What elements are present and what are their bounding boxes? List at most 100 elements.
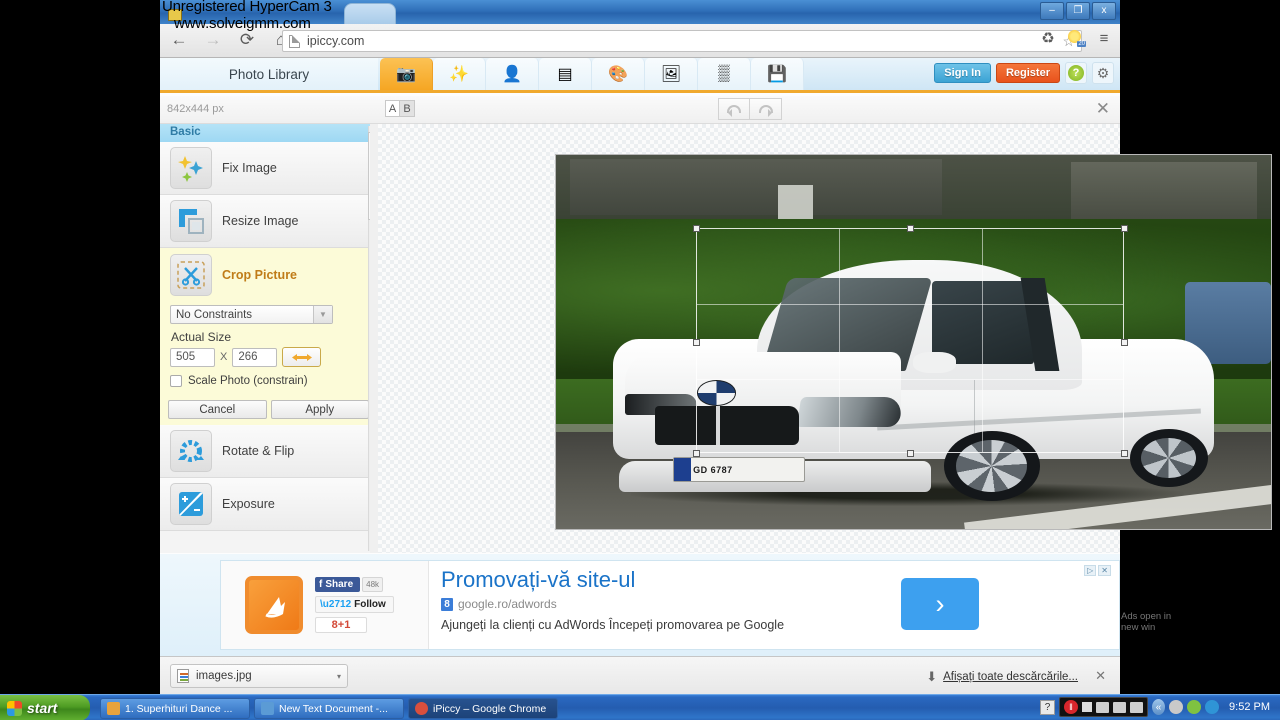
notepad-icon [261,702,274,715]
taskbar-item-notepad[interactable]: New Text Document -... [254,698,404,719]
maximize-button[interactable]: ❐ [1066,2,1090,20]
photo-building [570,158,943,215]
sidebar-item-crop-picture[interactable]: Crop Picture [160,248,377,301]
settings-button[interactable]: ⚙ [1092,62,1114,84]
record-pause-icon[interactable]: ‖ [1064,700,1079,714]
canvas-scrollbar[interactable] [370,124,378,553]
ad-info-icon[interactable]: ▷ [1084,565,1097,576]
hypercam-recorder-bar[interactable]: ‖ [1059,697,1149,717]
crop-width-input[interactable]: 505 [170,347,215,367]
crop-handle-sw[interactable] [693,450,700,457]
back-icon[interactable]: ← [168,29,190,51]
show-all-downloads-link[interactable]: Afișați toate descărcările... [943,671,1078,683]
crop-handle-e[interactable] [1121,339,1128,346]
scale-photo-row[interactable]: Scale Photo (constrain) [170,375,367,387]
tray-phone-icon[interactable] [1187,700,1202,714]
ad-url: google.ro/adwords [458,597,557,611]
tab-edit[interactable]: 📷 [380,58,433,90]
apply-button[interactable]: Apply [270,400,369,419]
close-downloads-bar-icon[interactable]: ✕ [1095,668,1106,684]
taskbar-item-chrome[interactable]: iPiccy – Google Chrome [408,698,558,719]
redo-button[interactable] [750,98,782,120]
tab-transparency[interactable]: ▒ [698,58,751,90]
editor-canvas[interactable]: GD 6787 [378,124,1272,553]
chevron-down-icon[interactable]: ▾ [337,672,341,681]
download-item[interactable]: images.jpg ▾ [170,664,348,688]
ad-close-icon[interactable]: ✕ [1098,565,1111,576]
cancel-button[interactable]: Cancel [168,400,267,419]
twitter-follow-button[interactable]: \u2712 Follow [315,596,394,613]
sign-in-button[interactable]: Sign In [934,63,991,83]
crop-selection-rect[interactable] [693,225,1128,457]
tray-expand-icon[interactable]: « [1152,699,1166,715]
crop-handle-nw[interactable] [693,225,700,232]
close-button[interactable]: x [1092,2,1116,20]
tray-help-icon[interactable]: ? [1040,699,1056,715]
ad-title[interactable]: Promovați-vă site-ul [441,567,861,593]
sidebar-item-exposure[interactable]: Exposure [160,478,377,531]
crop-handle-ne[interactable] [1121,225,1128,232]
crop-gridline-v2 [982,229,983,452]
compare-b-button[interactable]: B [400,100,415,117]
tab-paint[interactable]: 🎨 [592,58,645,90]
taskbar-item-label: iPiccy – Google Chrome [433,702,547,715]
minimize-button[interactable]: – [1040,2,1064,20]
start-button[interactable]: start [0,695,90,720]
crop-handle-s[interactable] [907,450,914,457]
exposure-icon [170,483,212,525]
compare-a-button[interactable]: A [385,100,400,117]
ad-banner[interactable]: f Share 48k \u2712 Follow 8+1 Promovați-… [220,560,1171,650]
facebook-share-button[interactable]: f Share [315,577,361,592]
tab-retouch[interactable]: 👤 [486,58,539,90]
cursor-icon[interactable] [1113,701,1127,713]
gear-icon: ⚙ [1096,64,1110,81]
chevron-down-icon[interactable]: ▼ [313,306,332,323]
show-all-downloads[interactable]: ⬇ Afișați toate descărcările... [926,669,1078,685]
tab-effects[interactable]: ✨ [433,58,486,90]
close-editor-icon[interactable]: ✕ [1096,99,1110,119]
compare-toggle[interactable]: A B [385,100,415,117]
tab-save[interactable]: 💾 [751,58,804,90]
scale-photo-checkbox[interactable] [170,375,182,387]
tray-bell-icon[interactable] [1169,700,1184,714]
photo-library-button[interactable]: Photo Library [160,58,378,90]
swap-dimensions-button[interactable] [282,347,322,367]
chrome-menu-icon[interactable]: ≡ [1094,30,1114,47]
crop-height-input[interactable]: 266 [232,347,278,367]
address-bar-url: ipiccy.com [307,34,365,48]
forward-icon[interactable]: → [202,29,224,51]
crop-handle-w[interactable] [693,339,700,346]
sidebar-item-fix-image[interactable]: Fix Image [160,142,377,195]
tab-frames[interactable]: ▤ [539,58,592,90]
ad-url-row: 8 google.ro/adwords [441,597,861,611]
record-stop-icon[interactable] [1082,702,1093,712]
ad-logo-area: f Share 48k \u2712 Follow 8+1 [221,561,429,649]
hypercam-line-1: Unregistered HyperCam 3 [162,0,332,15]
google-plus-button[interactable]: 8+1 [315,617,367,633]
address-bar[interactable]: ipiccy.com ☆ [282,30,1082,52]
tray-info-icon[interactable] [1205,700,1220,714]
browser-tab[interactable] [344,3,396,24]
crop-handle-n[interactable] [907,225,914,232]
crop-constraint-select[interactable]: No Constraints ▼ [170,305,333,324]
reload-icon[interactable]: ⟳ [236,29,258,51]
system-tray: ? ‖ « 9:52 PM [1040,697,1276,717]
ad-cta-button[interactable]: › [901,578,979,630]
photo-image[interactable]: GD 6787 [555,154,1272,530]
sidebar-item-rotate-flip[interactable]: Rotate & Flip [160,425,377,478]
snapshot-icon[interactable] [1096,701,1110,713]
crop-gridline-h1 [697,304,1123,305]
extension-sun-icon[interactable]: 20 [1067,30,1086,47]
undo-button[interactable] [718,98,750,120]
crop-handle-se[interactable] [1121,450,1128,457]
register-button[interactable]: Register [995,63,1060,83]
recycle-icon[interactable]: ♻ [1038,29,1058,47]
sidebar-item-resize-image[interactable]: Resize Image [160,195,377,248]
browser-right-controls: ♻ 20 ≡ [1038,29,1114,47]
region-icon[interactable] [1130,701,1144,713]
help-button[interactable]: ? [1065,62,1087,84]
taskbar-item-media-player[interactable]: 1. Superhituri Dance ... [100,698,250,719]
taskbar-clock[interactable]: 9:52 PM [1223,701,1276,713]
twitter-follow-label: Follow [354,599,386,610]
tab-textures[interactable]: 🖼 [645,58,698,90]
